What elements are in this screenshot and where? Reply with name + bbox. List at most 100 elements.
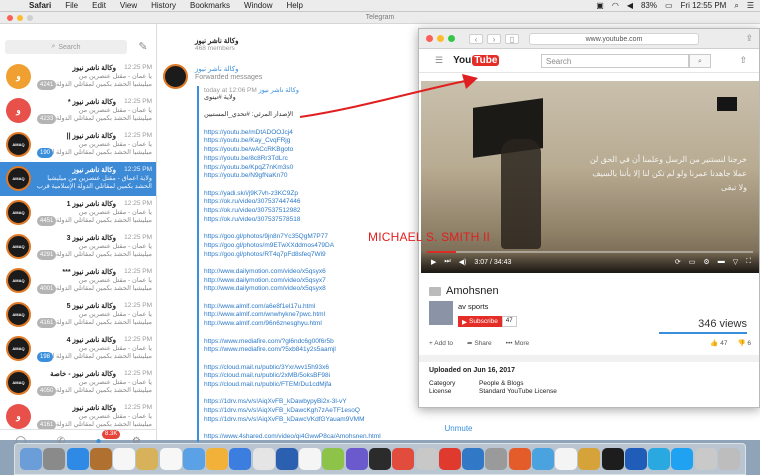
settings-icon[interactable]: ⚙ — [703, 258, 709, 266]
youtube-logo[interactable]: You Tube — [453, 55, 500, 66]
clock[interactable]: Fri 12:55 PM — [681, 1, 727, 10]
message-link[interactable]: https://cloud.mail.ru/public/3Yxr/wv15h9… — [204, 364, 427, 373]
menu-help[interactable]: Help — [279, 1, 309, 10]
menu-icon[interactable]: ☰ — [435, 55, 443, 66]
message-link[interactable]: http://www.dailymotion.com/video/x5qsyx6 — [204, 268, 427, 277]
chat-list-item[interactable]: AMAQ 12:25 PM وكالة ناشر نيوز ولاية أعماق -… — [0, 162, 156, 196]
search-button[interactable]: ⌕ — [689, 54, 711, 68]
message-link[interactable]: https://youtu.be/Kay_CvqFRjg — [204, 137, 427, 146]
dock-app-icon[interactable] — [601, 448, 624, 470]
dock-app-icon[interactable] — [648, 448, 671, 470]
menu-view[interactable]: View — [113, 1, 144, 10]
spotlight-icon[interactable]: ⌕ — [734, 1, 738, 11]
volume-icon[interactable]: ◀ — [627, 1, 633, 10]
fullscreen-icon[interactable]: ⛶ — [746, 258, 751, 266]
zoom-button[interactable] — [448, 35, 455, 42]
channel-name[interactable]: av sports — [458, 302, 517, 311]
back-icon[interactable]: ‹ — [469, 33, 483, 44]
dock-app-icon[interactable] — [438, 448, 461, 470]
dock-app-icon[interactable] — [415, 448, 438, 470]
avatar[interactable] — [163, 64, 188, 89]
message-link[interactable]: https://www.mediafire.com/?gl6ndc6g00f6r… — [204, 338, 427, 347]
dock-app-icon[interactable] — [20, 448, 42, 470]
menu-bookmarks[interactable]: Bookmarks — [183, 1, 237, 10]
add-to-button[interactable]: + Add to — [429, 340, 453, 347]
message-link[interactable]: https://www.4shared.com/video/qi4GwwP8ca… — [204, 433, 427, 442]
next-icon[interactable]: ⏭ — [444, 258, 450, 266]
airplay-icon[interactable]: ▽ — [733, 258, 738, 266]
message-link[interactable]: https://www.mediafire.com/?5xb841y2s5aam… — [204, 346, 427, 355]
dock-app-icon[interactable] — [252, 448, 275, 470]
message-link[interactable]: https://yadi.sk/i/j9K7vh-z3KC9Zp — [204, 190, 427, 199]
dock-app-icon[interactable] — [299, 448, 322, 470]
address-bar[interactable]: www.youtube.com — [529, 33, 699, 45]
message-link[interactable]: https://youtu.be/mDtADOOJcj4 — [204, 129, 427, 138]
volume-icon[interactable]: ◀) — [459, 258, 467, 266]
message-link[interactable]: https://1drv.ms/v/s!AiqXvFB_kDawbypyBi2x… — [204, 398, 427, 407]
chat-list-item[interactable]: AMAQ 12:25 PM وكالة ناشر نيوز *** يا عمان -… — [0, 264, 156, 298]
dock-app-icon[interactable] — [206, 448, 229, 470]
channel-avatar[interactable] — [429, 301, 453, 325]
dock-app-icon[interactable] — [485, 448, 508, 470]
battery-icon[interactable]: ▭ — [665, 1, 673, 10]
share-button[interactable]: ➦ Share — [467, 339, 492, 347]
category-value[interactable]: People & Blogs — [479, 380, 619, 388]
chat-list-item[interactable]: و 12:25 PM وكالة ناشر نيوز * يا عمان - مقتل… — [0, 94, 156, 128]
list-icon[interactable]: ☰ — [747, 1, 754, 10]
message-link[interactable]: http://www.almlf.com/wnwhykne7pwc.html — [204, 311, 427, 320]
autoplay-icon[interactable]: ⟳ — [675, 258, 681, 266]
chat-list-item[interactable]: AMAQ 12:25 PM وكالة ناشر نيوز 5 يا عمان - م… — [0, 298, 156, 332]
chat-list-item[interactable]: AMAQ 12:25 PM وكالة ناشر نيوز 1 يا عمان - م… — [0, 196, 156, 230]
message-link[interactable]: https://ok.ru/video/307537512982 — [204, 207, 427, 216]
minimize-button[interactable] — [437, 35, 444, 42]
dock-app-icon[interactable] — [694, 448, 717, 470]
chat-header[interactable]: وكالة ناشر نيوز 468 members — [195, 37, 239, 52]
dock-app-icon[interactable] — [136, 448, 159, 470]
search-input[interactable]: ⌕ Search — [5, 40, 127, 54]
message-link[interactable]: http://www.almlf.com/96n6znesghyu.html — [204, 320, 427, 329]
minimize-button[interactable] — [17, 15, 23, 21]
chat-list-item[interactable]: AMAQ 12:25 PM وكالة ناشر نيوز 4 يا عمان - م… — [0, 332, 156, 366]
chat-list-item[interactable]: AMAQ 12:25 PM وكالة ناشر نيوز - خاصة يا عما… — [0, 366, 156, 400]
menu-window[interactable]: Window — [237, 1, 279, 10]
share-icon[interactable]: ⇪ — [745, 33, 753, 44]
menu-edit[interactable]: Edit — [85, 1, 113, 10]
captions-icon[interactable]: ▭ — [689, 258, 696, 266]
sidebar-icon[interactable]: ▯ — [505, 33, 519, 44]
message-link[interactable]: http://www.dailymotion.com/video/x5qsyx8 — [204, 285, 427, 294]
battery-percent[interactable]: 83% — [641, 1, 657, 10]
message-link[interactable]: https://youtu.be/8c8Rr3TdLrc — [204, 155, 427, 164]
chat-list-item[interactable]: و 12:25 PM وكالة ناشر نيوز يا عمان - مقتل ع… — [0, 60, 156, 94]
dock-app-icon[interactable] — [531, 448, 554, 470]
chat-list-item[interactable]: AMAQ 12:25 PM وكالة ناشر نيوز 3 يا عمان - م… — [0, 230, 156, 264]
dock-app-icon[interactable] — [113, 448, 136, 470]
subscribe-button[interactable]: ▶ Subscribe — [458, 316, 502, 327]
message-link[interactable]: https://cloud.mail.ru/public/FTEM/Du1cdM… — [204, 381, 427, 390]
message-link[interactable]: http://www.dailymotion.com/video/x5qsyx7 — [204, 277, 427, 286]
unmute-button[interactable]: Unmute — [157, 424, 760, 433]
message-link[interactable]: https://ok.ru/video/307537578518 — [204, 216, 427, 225]
message-link[interactable]: https://goo.gl/photos/RT4q7pFd8sfeq7Wi9 — [204, 251, 427, 260]
message-link[interactable]: https://youtu.be/N9gfNaKn70 — [204, 172, 427, 181]
message-link[interactable]: https://1drv.ms/v/s!AiqXvFB_kDawcKgh7zAe… — [204, 407, 427, 416]
video-player[interactable]: خرجنا لنستنير من الرسل وعلمنا أن في الحق… — [421, 81, 759, 273]
menu-history[interactable]: History — [144, 1, 183, 10]
play-icon[interactable]: ▶ — [431, 258, 436, 266]
dock-app-icon[interactable] — [368, 448, 391, 470]
chat-list-item[interactable]: AMAQ 12:25 PM وكالة ناشر نيوز || يا عمان - … — [0, 128, 156, 162]
dislike-button[interactable]: 👎 6 — [737, 339, 751, 347]
forward-icon[interactable]: › — [487, 33, 501, 44]
more-button[interactable]: ••• More — [506, 340, 529, 347]
dock-app-icon[interactable] — [89, 448, 112, 470]
dock-app-icon[interactable] — [275, 448, 298, 470]
close-button[interactable] — [7, 15, 13, 21]
dock-app-icon[interactable] — [182, 448, 205, 470]
message-link[interactable]: http://www.almlf.com/a6e8f1el17u.html — [204, 303, 427, 312]
dropbox-icon[interactable]: ▣ — [596, 1, 604, 10]
dock-app-icon[interactable] — [508, 448, 531, 470]
dock-app-icon[interactable] — [578, 448, 601, 470]
menu-file[interactable]: File — [58, 1, 85, 10]
dock-app-icon[interactable] — [66, 448, 89, 470]
dock-app-icon[interactable] — [345, 448, 368, 470]
dock-app-icon[interactable] — [462, 448, 485, 470]
